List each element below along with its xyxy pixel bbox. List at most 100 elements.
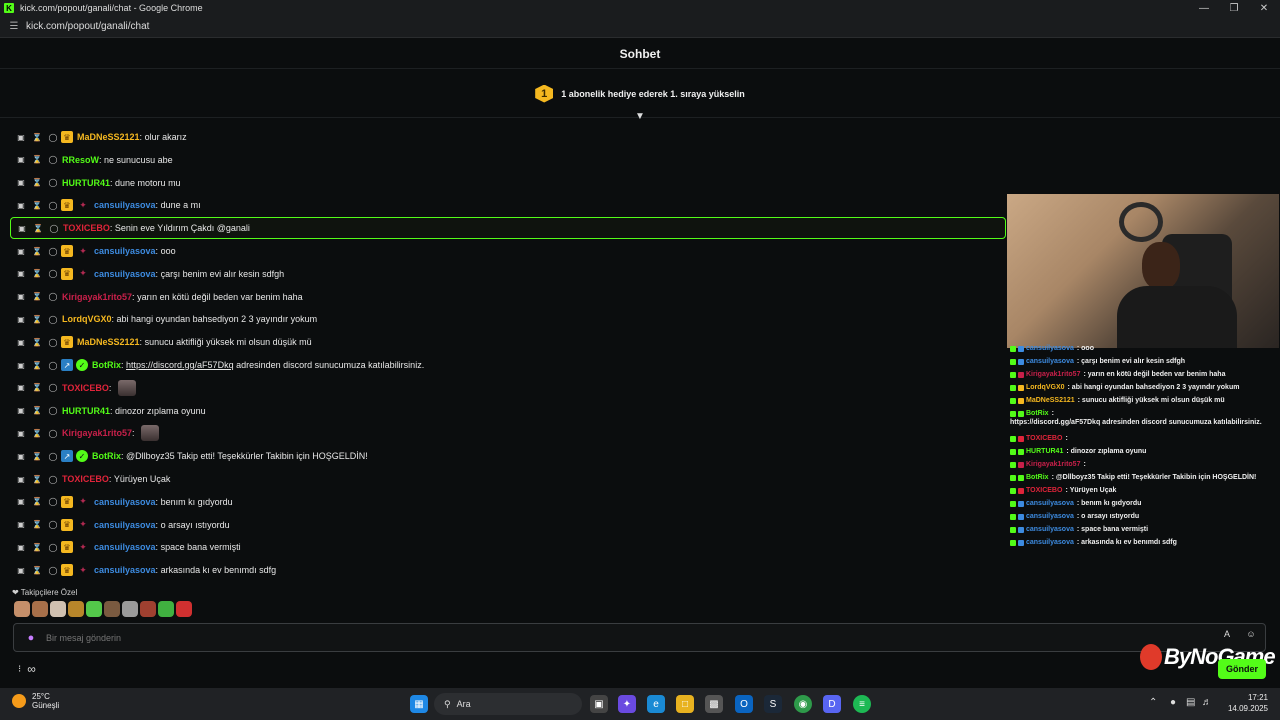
username[interactable]: TOXICEBO [62, 383, 109, 393]
delete-icon[interactable]: ▣ [16, 542, 26, 552]
file-explorer-icon[interactable]: □ [676, 695, 694, 713]
emote-icon[interactable] [158, 601, 174, 617]
steam-icon[interactable]: S [764, 695, 782, 713]
infinity-icon[interactable]: ∞ [27, 662, 36, 676]
chat-message[interactable]: ▣ ⌛ ◯ ♛ ✦ cansuilyasova: dune a mı [10, 194, 1006, 216]
delete-icon[interactable]: ▣ [16, 269, 26, 279]
emoji-icon[interactable]: ☺ [1244, 627, 1258, 641]
chat-message[interactable]: ▣ ⌛ ◯ ↗ ✓ BotRix: https://discord.gg/aF57Dkq … [10, 354, 1006, 376]
chat-message[interactable]: ▣ ⌛ ◯ ♛ ✦ cansuilyasova: space bana vermişti [10, 536, 1006, 558]
ban-icon[interactable]: ◯ [48, 565, 58, 575]
timeout-icon[interactable]: ⌛ [32, 428, 42, 438]
delete-icon[interactable]: ▣ [16, 428, 26, 438]
network-icon[interactable]: ▤ [1186, 697, 1195, 708]
delete-icon[interactable]: ▣ [16, 155, 26, 165]
timeout-icon[interactable]: ⌛ [32, 360, 42, 370]
ban-icon[interactable]: ◯ [49, 223, 59, 233]
chat-message[interactable]: ▣ ⌛ ◯ Kirigayak1rito57: [10, 422, 1006, 444]
timeout-icon[interactable]: ⌛ [32, 520, 42, 530]
ban-icon[interactable]: ◯ [48, 246, 58, 256]
delete-icon[interactable]: ▣ [16, 200, 26, 210]
ban-icon[interactable]: ◯ [48, 406, 58, 416]
task-view-icon[interactable]: ▣ [590, 695, 608, 713]
username[interactable]: HURTUR41 [62, 178, 110, 188]
emote-icon[interactable] [122, 601, 138, 617]
close-icon[interactable]: ✕ [1248, 0, 1280, 16]
outlook-icon[interactable]: O [735, 695, 753, 713]
timeout-icon[interactable]: ⌛ [32, 474, 42, 484]
timeout-icon[interactable]: ⌛ [32, 337, 42, 347]
emote-icon[interactable] [140, 601, 156, 617]
chrome-icon[interactable]: ◉ [794, 695, 812, 713]
delete-icon[interactable]: ▣ [16, 337, 26, 347]
taskbar-clock[interactable]: 17:21 14.09.2025 [1222, 692, 1268, 714]
volume-icon[interactable]: ♬ [1202, 697, 1212, 708]
ban-icon[interactable]: ◯ [48, 337, 58, 347]
username[interactable]: cansuilyasova [94, 246, 156, 256]
ban-icon[interactable]: ◯ [48, 542, 58, 552]
minimize-icon[interactable]: — [1188, 0, 1220, 16]
edge-icon[interactable]: e [647, 695, 665, 713]
ban-icon[interactable]: ◯ [48, 200, 58, 210]
spotify-icon[interactable]: ≡ [853, 695, 871, 713]
emote-icon[interactable] [50, 601, 66, 617]
chat-message[interactable]: ▣ ⌛ ◯ ♛ ✦ cansuilyasova: arkasında kı ev benı… [10, 559, 1006, 581]
chat-message[interactable]: ▣ ⌛ ◯ HURTUR41: dune motoru mu [10, 172, 1006, 194]
delete-icon[interactable]: ▣ [16, 383, 26, 393]
username[interactable]: MaDNeSS2121 [77, 132, 140, 142]
username[interactable]: cansuilyasova [94, 200, 156, 210]
ban-icon[interactable]: ◯ [48, 155, 58, 165]
timeout-icon[interactable]: ⌛ [32, 132, 42, 142]
timeout-icon[interactable]: ⌛ [32, 269, 42, 279]
emote-icon[interactable] [176, 601, 192, 617]
store-icon[interactable]: ▩ [705, 695, 723, 713]
translate-icon[interactable]: A [1220, 627, 1234, 641]
username[interactable]: RResoW [62, 155, 99, 165]
chat-message[interactable]: ▣ ⌛ ◯ ♛ MaDNeSS2121: olur akarız [10, 126, 1006, 148]
emote-icon[interactable] [86, 601, 102, 617]
timeout-icon[interactable]: ⌛ [32, 451, 42, 461]
delete-icon[interactable]: ▣ [16, 132, 26, 142]
timeout-icon[interactable]: ⌛ [32, 178, 42, 188]
delete-icon[interactable]: ▣ [16, 292, 26, 302]
ban-icon[interactable]: ◯ [48, 383, 58, 393]
delete-icon[interactable]: ▣ [16, 178, 26, 188]
message-input[interactable] [46, 632, 1265, 643]
restore-icon[interactable]: ❐ [1218, 0, 1250, 16]
ban-icon[interactable]: ◯ [48, 520, 58, 530]
username[interactable]: Kirigayak1rito57 [62, 428, 132, 438]
chat-message[interactable]: ▣ ⌛ ◯ ♛ ✦ cansuilyasova: ooo [10, 240, 1006, 262]
chat-message[interactable]: ▣ ⌛ ◯ ↗ ✓ BotRix: @Dllboyz35 Takip etti! Teşe… [10, 445, 1006, 467]
ban-icon[interactable]: ◯ [48, 360, 58, 370]
address-bar[interactable]: ☰ kick.com/popout/ganali/chat [0, 16, 1280, 38]
message-input-box[interactable]: ● A ☺ [13, 623, 1266, 652]
username[interactable]: cansuilyasova [94, 269, 156, 279]
ban-icon[interactable]: ◯ [48, 178, 58, 188]
emote-icon[interactable] [68, 601, 84, 617]
chat-message[interactable]: ▣ ⌛ ◯ TOXICEBO: Senin eve Yıldırım Çakdı @g… [10, 217, 1006, 240]
timeout-icon[interactable]: ⌛ [32, 406, 42, 416]
taskbar-search[interactable]: ⚲ Ara [434, 693, 582, 715]
delete-icon[interactable]: ▣ [16, 360, 26, 370]
timeout-icon[interactable]: ⌛ [32, 200, 42, 210]
timeout-icon[interactable]: ⌛ [32, 155, 42, 165]
chat-message[interactable]: ▣ ⌛ ◯ ♛ ✦ cansuilyasova: çarşı benim evi alır… [10, 263, 1006, 285]
username[interactable]: cansuilyasova [94, 565, 156, 575]
emote-icon[interactable] [104, 601, 120, 617]
ban-icon[interactable]: ◯ [48, 269, 58, 279]
username[interactable]: BotRix [92, 360, 121, 370]
username[interactable]: cansuilyasova [94, 542, 156, 552]
ban-icon[interactable]: ◯ [48, 132, 58, 142]
username[interactable]: TOXICEBO [62, 474, 109, 484]
chat-message[interactable]: ▣ ⌛ ◯ ♛ MaDNeSS2121: sunucu aktifliği yüksek… [10, 331, 1006, 353]
tray-mic-icon[interactable]: ● [1170, 697, 1176, 708]
windows-start-icon[interactable]: ▦ [410, 695, 428, 713]
settings-dots-icon[interactable]: ⁝ [18, 664, 21, 675]
delete-icon[interactable]: ▣ [16, 451, 26, 461]
ban-icon[interactable]: ◯ [48, 314, 58, 324]
discord-icon[interactable]: D [823, 695, 841, 713]
tray-chevron-icon[interactable]: ⌃ [1149, 697, 1157, 708]
chat-message[interactable]: ▣ ⌛ ◯ LordqVGX0: abi hangi oyundan bahsediy… [10, 308, 1006, 330]
emote-icon[interactable] [14, 601, 30, 617]
delete-icon[interactable]: ▣ [17, 223, 27, 233]
